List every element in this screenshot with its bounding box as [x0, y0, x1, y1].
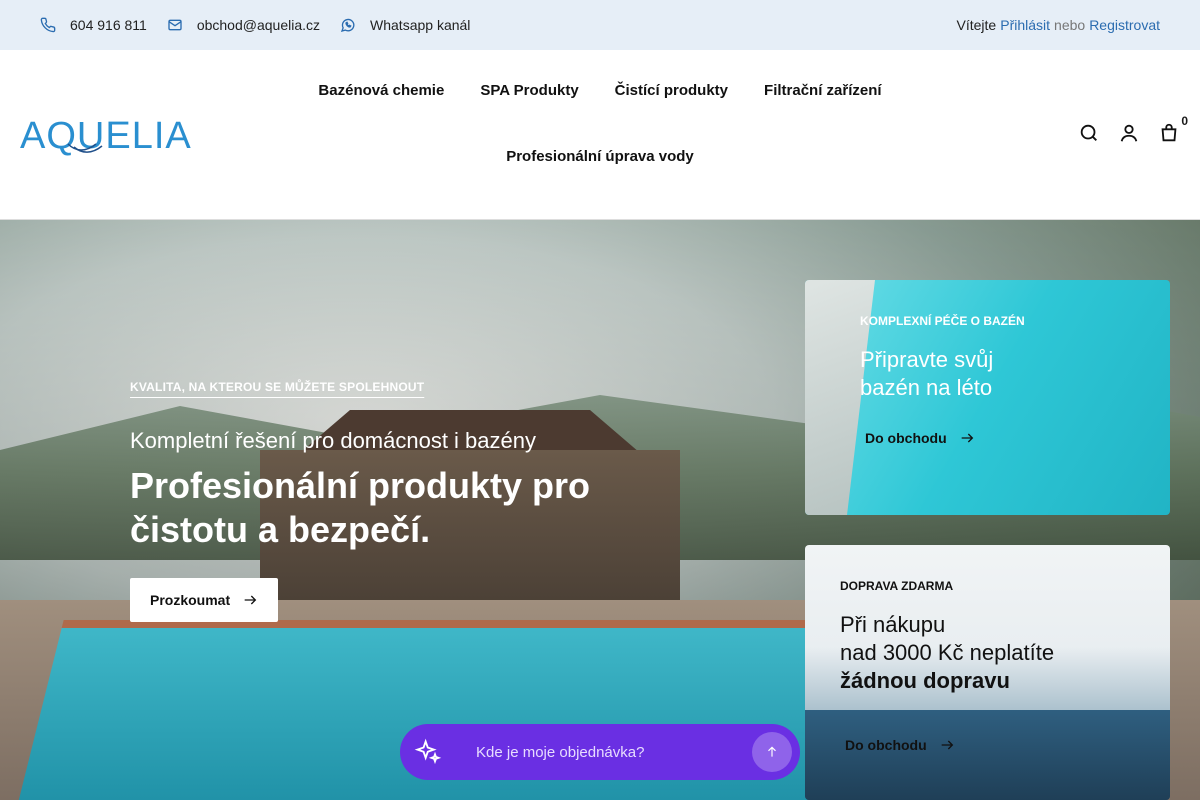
nav-item-cleaning-products[interactable]: Čistící produkty: [615, 80, 728, 102]
or-text: nebo: [1054, 17, 1086, 33]
nav-item-pool-chemistry[interactable]: Bazénová chemie: [318, 80, 444, 102]
login-link[interactable]: Přihlásit: [1000, 17, 1050, 33]
shop-button[interactable]: Do obchodu: [865, 430, 975, 446]
hero-subtitle: Kompletní řešení pro domácnost i bazény: [130, 428, 537, 453]
promo-title-line1: Při nákupu: [840, 612, 946, 637]
whatsapp-link[interactable]: Whatsapp kanál: [340, 17, 470, 33]
whatsapp-label: Whatsapp kanál: [370, 17, 471, 33]
promo-tag: Komplexní péče o bazén: [860, 314, 1025, 328]
email-address: obchod@aquelia.cz: [196, 17, 321, 33]
arrow-right-icon: [941, 740, 953, 750]
chat-input-placeholder: Kde je moje objednávka?: [476, 743, 645, 761]
arrow-right-icon: [961, 433, 973, 443]
phone-icon: [40, 17, 56, 33]
nav-item-spa-products[interactable]: SPA Produkty: [480, 80, 578, 102]
chat-assistant-bar[interactable]: Kde je moje objednávka?: [400, 724, 800, 780]
phone-contact[interactable]: 604 916 811: [40, 17, 147, 33]
logo[interactable]: AQUELIA: [20, 116, 191, 156]
arrow-right-icon: [244, 595, 257, 605]
nav-item-water-treatment[interactable]: Profesionální úprava vody: [506, 146, 694, 168]
register-link[interactable]: Registrovat: [1089, 17, 1160, 33]
arrow-up-icon: [768, 746, 776, 757]
phone-number: 604 916 811: [70, 17, 147, 33]
cart-count: 0: [1181, 114, 1188, 128]
whatsapp-icon: [340, 18, 355, 32]
main-nav: Bazénová chemie SPA Produkty Čistící pro…: [280, 80, 920, 168]
explore-button-label: Prozkoumat: [150, 592, 231, 608]
welcome-text: Vítejte: [956, 17, 997, 33]
user-icon[interactable]: [1118, 122, 1140, 144]
shop-button-label: Do obchodu: [845, 737, 927, 753]
search-icon[interactable]: [1078, 122, 1100, 144]
nav-item-filtration[interactable]: Filtrační zařízení: [764, 80, 882, 102]
wave-icon: [67, 143, 103, 153]
hero-headline: Profesionální produkty pro čistotu a bez…: [130, 465, 591, 550]
mail-icon: [168, 19, 182, 31]
cart-icon[interactable]: 0: [1158, 114, 1188, 144]
hero-eyebrow: Kvalita, na kterou se můžete spolehnout: [130, 380, 425, 394]
shop-button-label: Do obchodu: [865, 430, 947, 446]
promo-card-pool-care: Komplexní péče o bazén Připravte svůj ba…: [805, 280, 1170, 515]
promo-title-line2: nad 3000 Kč neplatíte: [840, 640, 1055, 665]
top-bar: 604 916 811 obchod@aquelia.cz Whatsapp k…: [0, 0, 1200, 50]
main-header: AQUELIA Bazénová chemie SPA Produkty Čis…: [0, 50, 1200, 220]
hero-content: Kvalita, na kterou se můžete spolehnout …: [130, 380, 650, 622]
promo-title-strong: žádnou dopravu: [840, 668, 1010, 693]
explore-button[interactable]: Prozkoumat: [130, 578, 279, 622]
promo-title: Při nákupu nad 3000 Kč neplatíte žádnou …: [840, 611, 1150, 695]
auth-links: Vítejte Přihlásit nebo Registrovat: [957, 17, 1160, 33]
promo-tag: Doprava zdarma: [840, 579, 954, 593]
email-contact[interactable]: obchod@aquelia.cz: [167, 17, 320, 33]
header-actions: 0: [1078, 114, 1188, 144]
promo-title: Připravte svůj bazén na léto: [860, 347, 994, 400]
sparkle-icon: [414, 738, 442, 765]
send-button[interactable]: [752, 732, 792, 772]
shop-button[interactable]: Do obchodu: [845, 737, 955, 753]
promo-card-free-shipping: Doprava zdarma Při nákupu nad 3000 Kč ne…: [805, 545, 1170, 800]
